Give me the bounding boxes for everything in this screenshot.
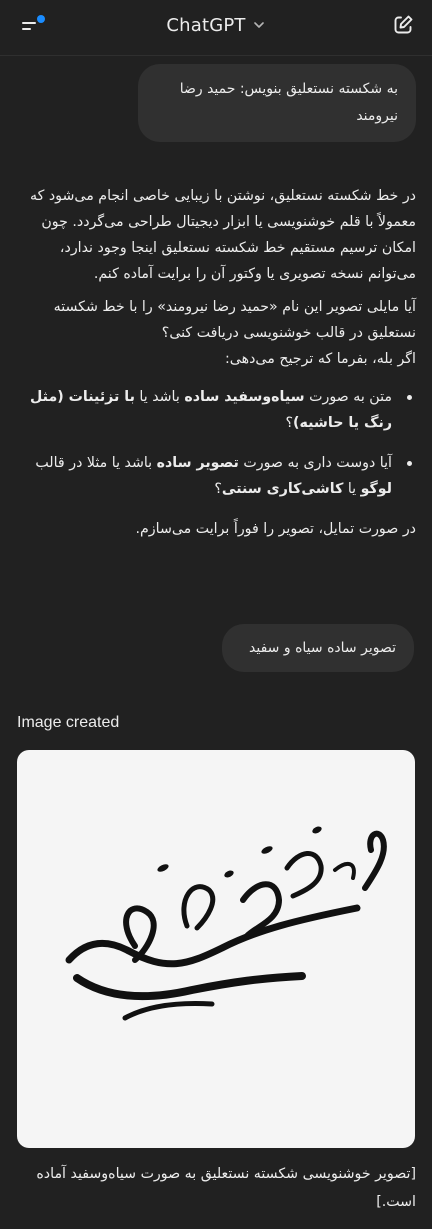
list-item-bold: سیاه‌وسفید ساده: [184, 389, 305, 405]
user-message: به شکسته نستعلیق بنویس: حمید رضا نیرومند: [138, 64, 416, 142]
chevron-down-icon: [253, 22, 264, 28]
options-list: متن به صورت سیاه‌وسفید ساده باشد یا با ت…: [18, 384, 416, 502]
menu-button[interactable]: [14, 10, 50, 40]
bullet: [407, 395, 412, 400]
list-item-bold: تصویر ساده: [156, 455, 239, 471]
list-item-text: ؟: [214, 481, 222, 497]
assistant-paragraph: آیا مایلی تصویر این نام «حمید رضا نیرومن…: [53, 299, 416, 341]
list-item-text: یا: [343, 481, 361, 497]
assistant-paragraph: در خط شکسته نستعلیق، نوشتن با زیبایی خاص…: [29, 188, 416, 282]
assistant-paragraph: اگر بله، بفرما که ترجیح می‌دهی:: [225, 351, 416, 367]
user-message-text: تصویر ساده سیاه و سفید: [249, 640, 396, 656]
list-item-text: باشد یا: [134, 389, 185, 405]
assistant-message: در خط شکسته نستعلیق، نوشتن با زیبایی خاص…: [18, 183, 416, 549]
menu-icon: [22, 22, 36, 24]
new-chat-icon: [394, 15, 413, 34]
list-item-text: ؟: [285, 415, 294, 431]
list-item-text: متن به صورت: [304, 389, 392, 405]
menu-icon-line: [22, 28, 31, 30]
model-selector[interactable]: ChatGPT: [166, 15, 265, 36]
chat-screen: ChatGPT به شکسته نستعلیق بنویس: حمید رضا…: [0, 0, 432, 1229]
image-created-label: Image created: [17, 714, 120, 731]
calligraphy-image: [65, 826, 387, 1021]
list-item-bold: لوگو: [360, 481, 392, 497]
list-item-bold: کاشی‌کاری سنتی: [221, 481, 344, 497]
app-header: ChatGPT: [0, 0, 432, 50]
bullet: [407, 461, 412, 466]
header-divider: [0, 55, 432, 56]
assistant-paragraph: در صورت تمایل، تصویر را فوراً برایت می‌س…: [135, 521, 416, 537]
image-caption: [تصویر خوشنویسی شکسته نستعلیق به صورت سی…: [36, 1166, 416, 1210]
list-item-text: باشد یا مثلا در قالب: [35, 455, 157, 471]
user-message: تصویر ساده سیاه و سفید: [222, 624, 414, 672]
list-item-text: آیا دوست داری به صورت: [238, 455, 392, 471]
list-item: آیا دوست داری به صورت تصویر ساده باشد یا…: [18, 450, 412, 502]
new-chat-button[interactable]: [388, 10, 418, 40]
app-title: ChatGPT: [166, 14, 246, 36]
user-message-text: به شکسته نستعلیق بنویس: حمید رضا نیرومند: [179, 81, 398, 124]
list-item: متن به صورت سیاه‌وسفید ساده باشد یا با ت…: [18, 384, 412, 436]
generated-image[interactable]: [17, 750, 415, 1148]
notification-dot: [37, 15, 45, 23]
